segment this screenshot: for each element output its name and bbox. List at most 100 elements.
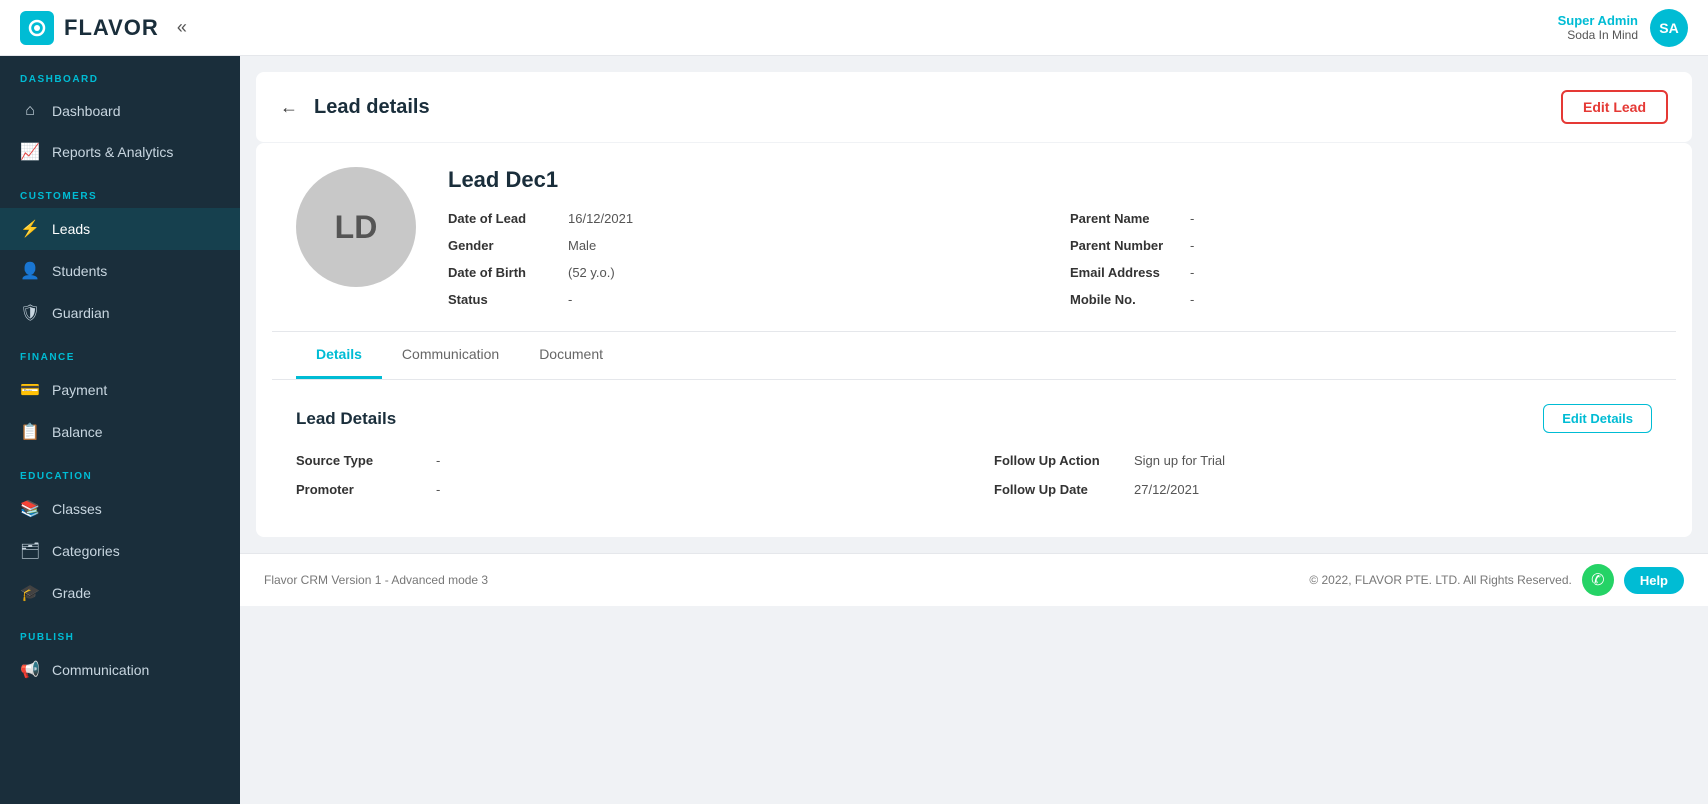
info-group-date-lead: Date of Lead 16/12/2021 Gender Male Date… [448,211,1030,307]
source-type-value: - [436,453,440,468]
info-row-parent-name: Parent Name - [1070,211,1652,226]
date-of-lead-label: Date of Lead [448,211,558,226]
sidebar-item-label: Students [52,263,107,279]
profile-info: Lead Dec1 Date of Lead 16/12/2021 Gender… [448,167,1652,307]
sidebar-item-students[interactable]: 👤 Students [0,250,240,292]
sidebar-item-balance[interactable]: 📋 Balance [0,411,240,453]
sidebar-section-dashboard: DASHBOARD [0,56,240,91]
categories-icon: 🗂 [20,541,40,561]
tab-communication[interactable]: Communication [382,332,519,379]
tab-details[interactable]: Details [296,332,382,379]
follow-up-action-label: Follow Up Action [994,453,1124,468]
sidebar-item-label: Reports & Analytics [52,144,173,160]
gender-label: Gender [448,238,558,253]
content-block: LD Lead Dec1 Date of Lead 16/12/2021 Gen… [256,143,1692,537]
sidebar-item-label: Categories [52,543,120,559]
sidebar-item-label: Communication [52,662,149,678]
user-area: Super Admin Soda In Mind SA [1558,9,1688,47]
leads-icon: ⚡ [20,219,40,239]
section-header: Lead Details Edit Details [296,404,1652,433]
sidebar-item-payment[interactable]: 💳 Payment [0,369,240,411]
tab-document[interactable]: Document [519,332,623,379]
detail-row-follow-up-date: Follow Up Date 27/12/2021 [994,482,1652,497]
edit-lead-button[interactable]: Edit Lead [1561,90,1668,124]
grade-icon: 🎓 [20,583,40,603]
home-icon: ⌂ [20,102,40,120]
sidebar-item-guardian[interactable]: 🛡 Guardian [0,292,240,334]
page-title: Lead details [314,96,430,119]
sidebar: DASHBOARD ⌂ Dashboard 📈 Reports & Analyt… [0,56,240,804]
user-info: Super Admin Soda In Mind [1558,13,1638,42]
lead-details-section: Lead Details Edit Details Source Type - … [272,380,1676,521]
user-company: Soda In Mind [1558,28,1638,42]
lead-header-card: ← Lead details Edit Lead [256,72,1692,143]
sidebar-item-leads[interactable]: ⚡ Leads [0,208,240,250]
info-group-parent: Parent Name - Parent Number - Email Addr… [1070,211,1652,307]
help-button[interactable]: Help [1624,567,1684,594]
sidebar-section-customers: CUSTOMERS [0,173,240,208]
mobile-value: - [1190,292,1194,307]
edit-details-button[interactable]: Edit Details [1543,404,1652,433]
detail-row-follow-up-action: Follow Up Action Sign up for Trial [994,453,1652,468]
sidebar-item-label: Leads [52,221,90,237]
footer: Flavor CRM Version 1 - Advanced mode 3 ©… [240,553,1708,606]
students-icon: 👤 [20,261,40,281]
sidebar-item-label: Dashboard [52,103,121,119]
parent-name-label: Parent Name [1070,211,1180,226]
logo-area: FLAVOR « [20,11,187,45]
promoter-value: - [436,482,440,497]
sidebar-section-publish: PUBLISH [0,614,240,649]
classes-icon: 📚 [20,499,40,519]
parent-name-value: - [1190,211,1194,226]
info-row-dob: Date of Birth (52 y.o.) [448,265,1030,280]
detail-row-source-type: Source Type - [296,453,954,468]
dob-value: (52 y.o.) [568,265,615,280]
sidebar-item-label: Grade [52,585,91,601]
logo-text: FLAVOR [64,15,159,41]
promoter-label: Promoter [296,482,426,497]
main-layout: DASHBOARD ⌂ Dashboard 📈 Reports & Analyt… [0,56,1708,804]
section-title: Lead Details [296,409,396,429]
guardian-icon: 🛡 [20,303,40,323]
sidebar-item-communication[interactable]: 📢 Communication [0,649,240,691]
follow-up-action-value: Sign up for Trial [1134,453,1225,468]
sidebar-collapse-button[interactable]: « [177,17,187,38]
flavor-logo-icon [20,11,54,45]
detail-row-promoter: Promoter - [296,482,954,497]
info-row-status: Status - [448,292,1030,307]
parent-number-value: - [1190,238,1194,253]
follow-up-date-label: Follow Up Date [994,482,1124,497]
sidebar-item-categories[interactable]: 🗂 Categories [0,530,240,572]
footer-copyright: © 2022, FLAVOR PTE. LTD. All Rights Rese… [1309,573,1572,587]
parent-number-label: Parent Number [1070,238,1180,253]
lead-header-left: ← Lead details [280,96,430,119]
user-avatar: SA [1650,9,1688,47]
gender-value: Male [568,238,596,253]
sidebar-item-dashboard[interactable]: ⌂ Dashboard [0,91,240,131]
sidebar-section-finance: FINANCE [0,334,240,369]
mobile-label: Mobile No. [1070,292,1180,307]
sidebar-item-label: Guardian [52,305,110,321]
sidebar-item-label: Balance [52,424,103,440]
info-grid: Date of Lead 16/12/2021 Gender Male Date… [448,211,1652,307]
back-arrow-button[interactable]: ← [280,97,298,118]
info-row-mobile: Mobile No. - [1070,292,1652,307]
lead-avatar: LD [296,167,416,287]
sidebar-item-grade[interactable]: 🎓 Grade [0,572,240,614]
communication-icon: 📢 [20,660,40,680]
follow-up-date-value: 27/12/2021 [1134,482,1199,497]
info-row-email: Email Address - [1070,265,1652,280]
main-content: ← Lead details Edit Lead LD Lead Dec1 Da… [240,56,1708,804]
email-value: - [1190,265,1194,280]
details-grid: Source Type - Follow Up Action Sign up f… [296,453,1652,497]
balance-icon: 📋 [20,422,40,442]
info-row-parent-number: Parent Number - [1070,238,1652,253]
sidebar-item-reports[interactable]: 📈 Reports & Analytics [0,131,240,173]
footer-right: © 2022, FLAVOR PTE. LTD. All Rights Rese… [1309,564,1684,596]
profile-card: LD Lead Dec1 Date of Lead 16/12/2021 Gen… [272,143,1676,332]
whatsapp-button[interactable]: ✆ [1582,564,1614,596]
footer-version: Flavor CRM Version 1 - Advanced mode 3 [264,573,488,587]
info-row-gender: Gender Male [448,238,1030,253]
sidebar-item-classes[interactable]: 📚 Classes [0,488,240,530]
sidebar-item-label: Classes [52,501,102,517]
